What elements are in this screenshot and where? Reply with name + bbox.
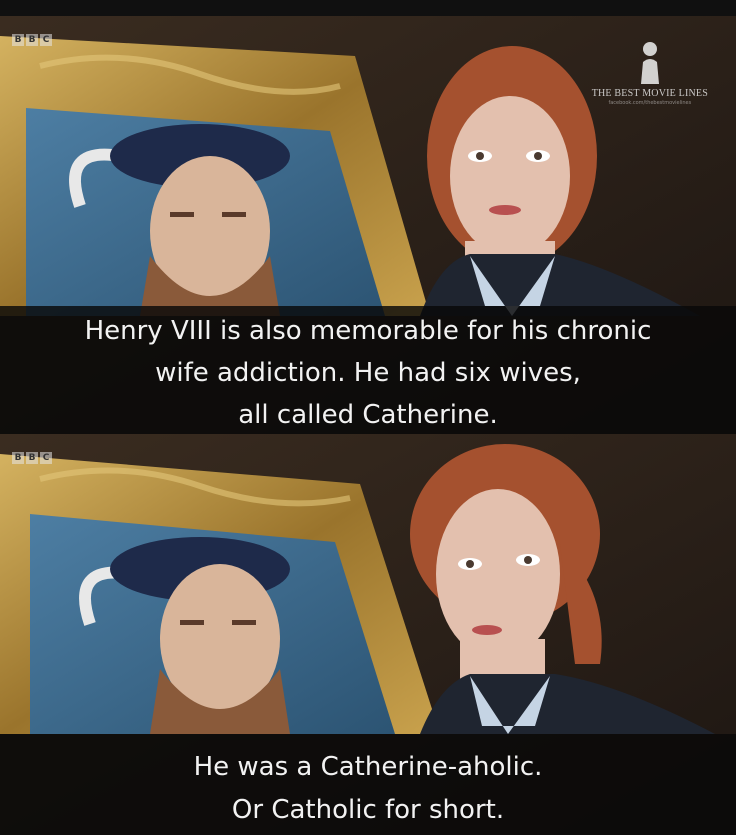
bbc-logo: B B C — [12, 34, 52, 46]
watermark-figure-icon — [640, 42, 659, 84]
bbc-letter: B — [26, 452, 38, 464]
bbc-letter: C — [40, 452, 52, 464]
bbc-logo: B B C — [12, 452, 52, 464]
panel-top: B B C THE BEST MOVIE LINES facebook.com/… — [0, 16, 736, 434]
subtitle-line: Henry VIII is also memorable for his chr… — [84, 316, 652, 346]
subtitle-bar: He was a Catherine-aholic. Or Catholic f… — [0, 734, 736, 835]
bbc-letter: B — [12, 452, 24, 464]
subtitle-line: wife addiction. He had six wives, — [155, 358, 581, 388]
subtitle-line: He was a Catherine-aholic. — [193, 752, 543, 782]
subtitle-line: all called Catherine. — [238, 400, 498, 430]
subtitle-line: Or Catholic for short. — [231, 795, 505, 825]
subtitle-bar: Henry VIII is also memorable for his chr… — [0, 306, 736, 434]
bbc-letter: C — [40, 34, 52, 46]
panel-bottom: B B C He was a Catherine-aholic. Or Cath… — [0, 434, 736, 835]
top-bar — [0, 0, 736, 16]
watermark: THE BEST MOVIE LINES facebook.com/thebes… — [592, 40, 708, 107]
meme-image: B B C THE BEST MOVIE LINES facebook.com/… — [0, 0, 736, 835]
watermark-title: THE BEST MOVIE LINES — [591, 88, 708, 99]
bbc-letter: B — [12, 34, 24, 46]
bbc-letter: B — [26, 34, 38, 46]
watermark-url: facebook.com/thebestmovielines — [608, 100, 692, 106]
